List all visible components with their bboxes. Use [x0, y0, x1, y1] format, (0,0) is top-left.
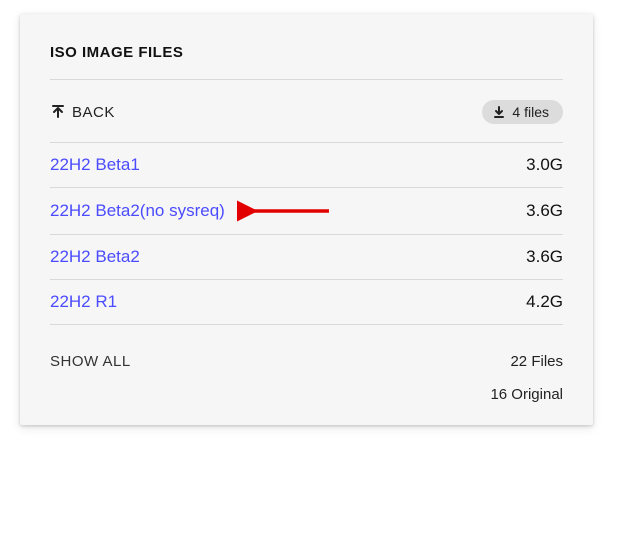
toolbar: BACK 4 files — [50, 80, 563, 142]
back-button[interactable]: BACK — [50, 104, 115, 121]
file-row: 22H2 Beta2 3.6G — [50, 234, 563, 279]
download-files-label: 4 files — [512, 104, 549, 120]
file-link[interactable]: 22H2 Beta2(no sysreq) — [50, 201, 225, 221]
file-counts: 22 Files 16 Original — [490, 353, 563, 403]
file-row: 22H2 Beta2(no sysreq) 3.6G — [50, 187, 563, 234]
file-link[interactable]: 22H2 Beta2 — [50, 247, 140, 267]
back-label: BACK — [72, 104, 115, 121]
panel-footer: SHOW ALL 22 Files 16 Original — [50, 325, 563, 403]
file-row: 22H2 Beta1 3.0G — [50, 142, 563, 187]
file-size: 3.6G — [526, 247, 563, 267]
file-size: 3.6G — [526, 201, 563, 221]
file-link[interactable]: 22H2 Beta1 — [50, 155, 140, 175]
file-link[interactable]: 22H2 R1 — [50, 292, 117, 312]
file-panel: ISO IMAGE FILES BACK 4 files — [20, 14, 593, 425]
files-count: 22 Files — [490, 353, 563, 370]
download-icon — [492, 105, 506, 119]
annotation-arrow-icon — [237, 200, 333, 222]
back-arrow-icon — [50, 104, 66, 120]
panel-title: ISO IMAGE FILES — [50, 44, 563, 61]
original-count: 16 Original — [490, 386, 563, 403]
file-row: 22H2 R1 4.2G — [50, 279, 563, 325]
file-size: 3.0G — [526, 155, 563, 175]
file-size: 4.2G — [526, 292, 563, 312]
download-files-button[interactable]: 4 files — [482, 100, 563, 124]
file-list: 22H2 Beta1 3.0G 22H2 Beta2(no sysreq) — [50, 142, 563, 325]
show-all-button[interactable]: SHOW ALL — [50, 353, 131, 370]
